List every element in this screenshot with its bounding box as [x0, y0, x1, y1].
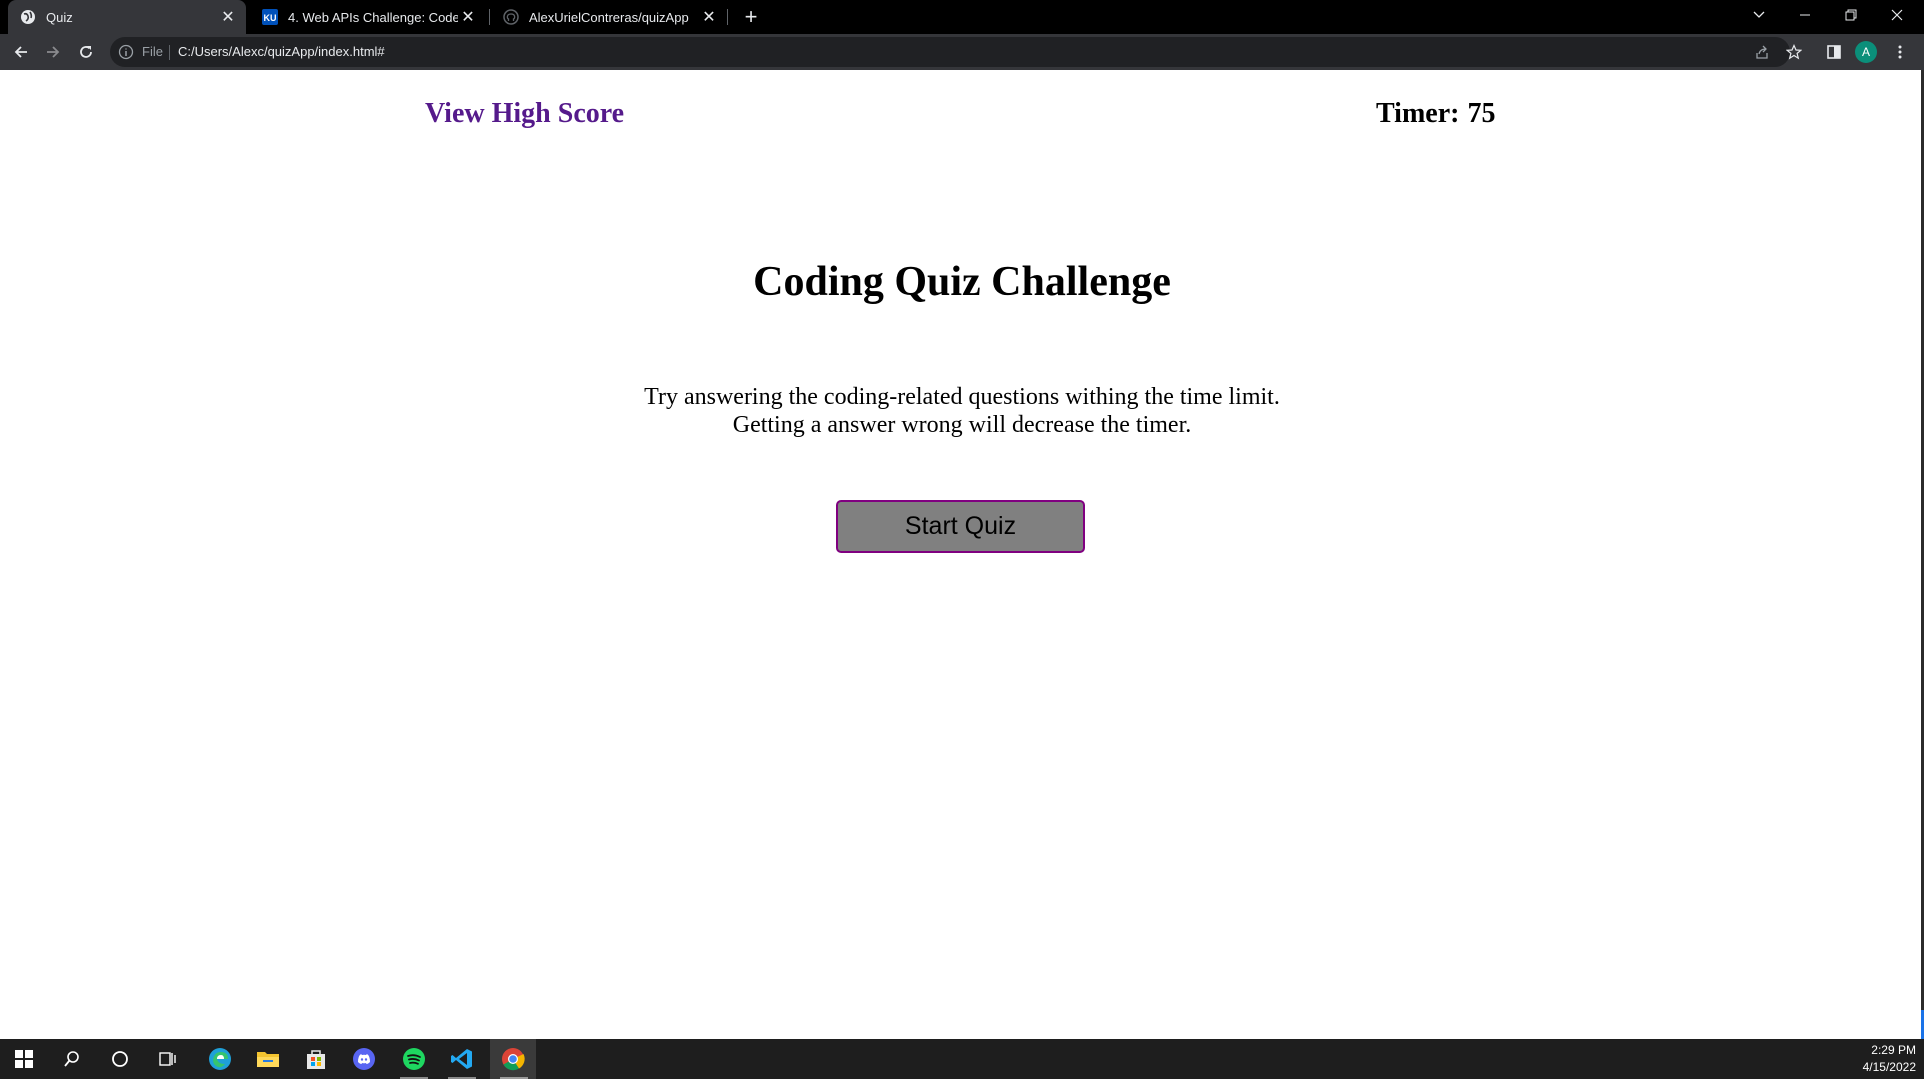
file-explorer-icon [257, 1052, 279, 1067]
tab-web-apis-challenge[interactable]: KU 4. Web APIs Challenge: Code Qui ✕ [250, 0, 486, 34]
browser-toolbar: File C:/Users/Alexc/quizApp/index.html# … [0, 34, 1924, 70]
reload-icon [80, 46, 92, 58]
svg-text:KU: KU [264, 13, 277, 23]
forward-button[interactable] [39, 38, 67, 66]
minimize-icon [1800, 14, 1810, 16]
quiz-page: View High Score Timer: 75 Coding Quiz Cha… [0, 70, 1924, 1039]
tab-github-repo[interactable]: AlexUrielContreras/quizApp ✕ [491, 0, 727, 34]
bookmark-button[interactable] [1782, 40, 1806, 64]
chrome-icon [502, 1048, 525, 1071]
back-button[interactable] [7, 38, 35, 66]
close-tab-icon[interactable]: ✕ [699, 7, 719, 27]
tab-quiz[interactable]: Quiz ✕ [8, 0, 246, 34]
task-view-icon [159, 1052, 176, 1066]
arrow-left-icon [14, 46, 27, 58]
restore-button[interactable] [1828, 0, 1874, 30]
close-tab-icon[interactable]: ✕ [458, 7, 478, 27]
github-icon [503, 9, 519, 25]
edge-icon [209, 1048, 231, 1070]
chevron-down-icon [1753, 11, 1765, 18]
windows-start-icon [15, 1050, 33, 1068]
timer-label: Timer: [1376, 98, 1460, 129]
kebab-menu-icon [1898, 45, 1902, 59]
tab-title: Quiz [46, 9, 73, 25]
vscode-icon [451, 1049, 472, 1069]
taskbar-store[interactable] [292, 1039, 340, 1079]
tab-separator [489, 9, 490, 25]
address-url[interactable]: C:/Users/Alexc/quizApp/index.html# [178, 44, 385, 59]
cortana-button[interactable] [96, 1039, 144, 1079]
spotify-icon [403, 1048, 425, 1070]
clock-time: 2:29 PM [1871, 1043, 1916, 1057]
arrow-right-icon [47, 46, 60, 58]
info-icon[interactable] [118, 44, 134, 60]
reload-button[interactable] [72, 38, 100, 66]
cortana-icon [112, 1051, 128, 1067]
taskbar-vscode[interactable] [438, 1039, 486, 1079]
browser-menu-button[interactable] [1888, 40, 1912, 64]
address-bar[interactable]: File C:/Users/Alexc/quizApp/index.html# [110, 37, 1790, 67]
task-view-button[interactable] [144, 1039, 192, 1079]
globe-icon [21, 10, 35, 24]
tab-separator [727, 9, 728, 25]
taskbar-search-button[interactable] [48, 1039, 96, 1079]
taskbar-spotify[interactable] [390, 1039, 438, 1079]
tab-search-button[interactable] [1736, 0, 1782, 30]
start-quiz-button[interactable]: Start Quiz [836, 500, 1085, 553]
close-icon [1891, 9, 1903, 21]
star-icon [1786, 44, 1802, 60]
share-icon [1756, 45, 1768, 59]
close-tab-icon[interactable]: ✕ [218, 7, 238, 27]
share-button[interactable] [1750, 40, 1774, 64]
tab-title: AlexUrielContreras/quizApp [529, 9, 689, 25]
taskbar-chrome[interactable] [490, 1039, 536, 1079]
close-window-button[interactable] [1874, 0, 1920, 30]
side-panel-button[interactable] [1822, 40, 1846, 64]
tab-title: 4. Web APIs Challenge: Code Qui [288, 9, 458, 25]
store-icon [307, 1050, 325, 1069]
search-icon [64, 1051, 79, 1067]
quiz-description: Try answering the coding-related questio… [0, 383, 1924, 439]
new-tab-button[interactable]: + [737, 4, 765, 30]
taskbar-file-explorer[interactable] [244, 1039, 292, 1079]
clock-date: 4/15/2022 [1862, 1060, 1916, 1074]
discord-icon [353, 1048, 375, 1070]
description-line-2: Getting a answer wrong will decrease the… [732, 412, 1192, 438]
browser-tab-bar: Quiz ✕ KU 4. Web APIs Challenge: Code Qu… [0, 0, 1924, 34]
timer: Timer: 75 [1376, 98, 1495, 130]
restore-icon [1845, 9, 1857, 21]
address-scheme-label: File [142, 44, 163, 59]
profile-avatar[interactable]: A [1855, 41, 1877, 63]
taskbar-edge[interactable] [196, 1039, 244, 1079]
page-title: Coding Quiz Challenge [753, 259, 1171, 305]
minimize-button[interactable] [1782, 0, 1828, 30]
taskbar-discord[interactable] [340, 1039, 388, 1079]
view-high-score-link[interactable]: View High Score [425, 98, 624, 130]
system-clock[interactable]: 2:29 PM 4/15/2022 [1863, 1042, 1916, 1076]
side-panel-icon [1827, 45, 1841, 59]
address-separator [169, 45, 170, 60]
timer-value: 75 [1467, 98, 1496, 129]
ku-logo-icon: KU [262, 9, 278, 25]
description-line-1: Try answering the coding-related questio… [644, 384, 1280, 410]
start-button[interactable] [0, 1039, 48, 1079]
windows-taskbar: 2:29 PM 4/15/2022 [0, 1039, 1924, 1079]
